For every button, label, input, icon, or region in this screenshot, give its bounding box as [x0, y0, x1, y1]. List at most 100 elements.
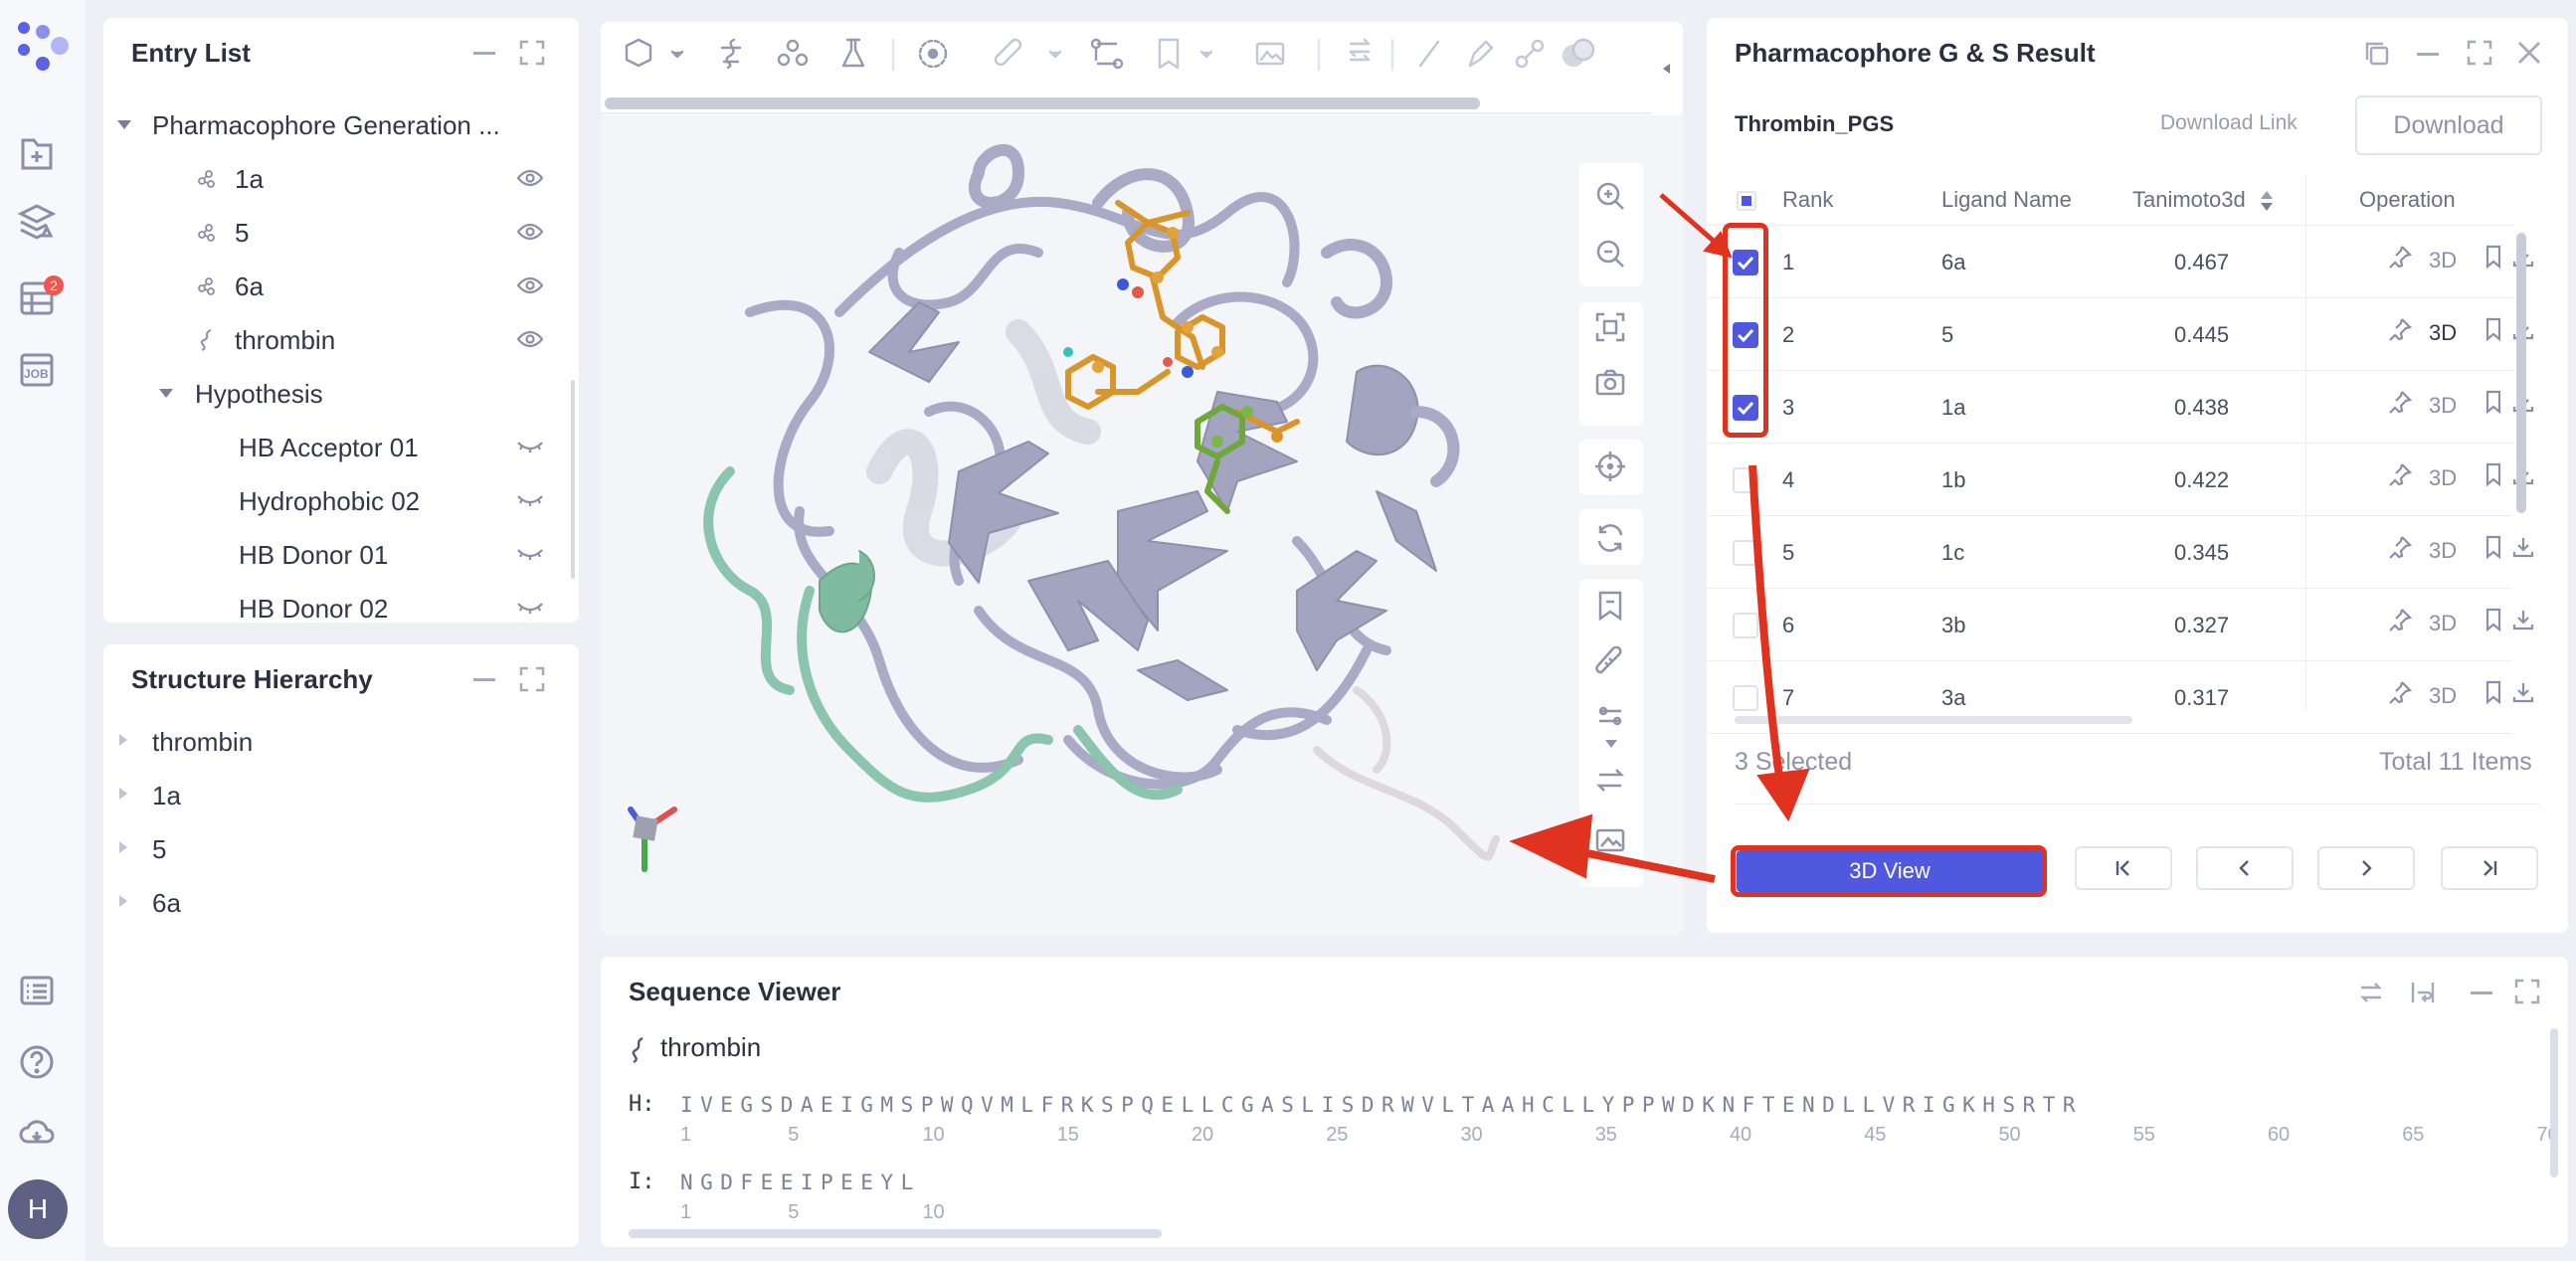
hierarchy-item-5[interactable]: 5: [103, 825, 579, 873]
tree-item-hb-donor-02[interactable]: HB Donor 02: [103, 585, 579, 623]
row-checkbox[interactable]: [1733, 467, 1758, 493]
tree-item-5[interactable]: 5: [103, 209, 579, 257]
tree-item-6a[interactable]: 6a: [103, 263, 579, 310]
pin-icon[interactable]: [2387, 389, 2417, 419]
3d-view-row-button[interactable]: 3D: [2429, 248, 2457, 277]
bookmark-icon[interactable]: [2481, 607, 2510, 636]
pin-icon[interactable]: [2387, 461, 2417, 491]
tree-item-hb-acceptor-01[interactable]: HB Acceptor 01: [103, 424, 579, 471]
minimize-icon[interactable]: [473, 52, 495, 55]
maximize-icon[interactable]: [519, 40, 545, 66]
3d-view-row-button[interactable]: 3D: [2429, 683, 2457, 713]
sequence-hscrollbar[interactable]: [629, 1229, 1162, 1238]
download-link[interactable]: Download Link: [2160, 111, 2298, 135]
download-button[interactable]: Download: [2355, 95, 2542, 155]
select-all-checkbox[interactable]: [1737, 191, 1756, 211]
tree-item-1a[interactable]: 1a: [103, 155, 579, 203]
fit-view-icon[interactable]: [1593, 310, 1627, 344]
camera-icon[interactable]: [1593, 366, 1627, 400]
bookmark-icon[interactable]: [2481, 316, 2510, 346]
image-icon[interactable]: [1593, 823, 1627, 857]
new-file-icon[interactable]: [17, 134, 57, 174]
zoom-out-icon[interactable]: [1593, 237, 1627, 270]
row-checkbox[interactable]: [1733, 540, 1758, 566]
filter-icon[interactable]: [1593, 702, 1627, 736]
col-tanimoto3d[interactable]: Tanimoto3d: [2132, 187, 2246, 213]
table-row[interactable]: 4 1b 0.422 3D: [1707, 444, 2534, 516]
help-icon[interactable]: [17, 1042, 57, 1082]
eye-icon[interactable]: [517, 169, 543, 187]
prev-page-button[interactable]: [2196, 846, 2294, 890]
caret-right-icon[interactable]: [119, 734, 127, 746]
eye-closed-icon[interactable]: [517, 547, 543, 561]
measure-icon[interactable]: [1593, 646, 1627, 680]
table-hscrollbar[interactable]: [1735, 716, 2132, 724]
hierarchy-item-6a[interactable]: 6a: [103, 879, 579, 927]
zoom-in-icon[interactable]: [1593, 179, 1627, 213]
user-avatar[interactable]: H: [8, 1179, 68, 1239]
layers-icon[interactable]: [17, 202, 57, 242]
chain-h-residues[interactable]: IVEGSDAEIGMSPWQVMLFRKSPQELLCGASLISDRWVLT…: [680, 1093, 2083, 1117]
download-icon[interactable]: [2510, 607, 2540, 636]
caret-right-icon[interactable]: [119, 841, 127, 853]
maximize-icon[interactable]: [2467, 40, 2492, 66]
bookmark-icon[interactable]: [2481, 244, 2510, 273]
table-row[interactable]: 3 1a 0.438 3D: [1707, 371, 2534, 444]
scrollbar[interactable]: [571, 380, 575, 579]
table-row[interactable]: 6 3b 0.327 3D: [1707, 589, 2534, 661]
swap-icon[interactable]: [2357, 979, 2385, 1006]
popout-icon[interactable]: [2363, 40, 2391, 68]
rotate-icon[interactable]: [1593, 521, 1627, 555]
pin-icon[interactable]: [2387, 679, 2417, 709]
tree-item-hypothesis[interactable]: Hypothesis: [103, 370, 579, 418]
eye-closed-icon[interactable]: [517, 601, 543, 615]
3d-view-row-button[interactable]: 3D: [2429, 320, 2457, 350]
caret-down-icon[interactable]: [159, 389, 173, 398]
caret-right-icon[interactable]: [119, 788, 127, 800]
eye-icon[interactable]: [517, 223, 543, 241]
list-icon[interactable]: [17, 971, 57, 1010]
table-row[interactable]: 5 1c 0.345 3D: [1707, 516, 2534, 589]
row-checkbox[interactable]: [1733, 613, 1758, 638]
tree-item-thrombin[interactable]: thrombin: [103, 316, 579, 364]
protein-3d-render[interactable]: [601, 113, 1595, 935]
minimize-icon[interactable]: [473, 678, 495, 681]
download-icon[interactable]: [2510, 534, 2540, 564]
maximize-icon[interactable]: [2514, 979, 2540, 1004]
chevron-down-icon[interactable]: [1605, 740, 1617, 748]
eye-icon[interactable]: [517, 276, 543, 294]
next-page-button[interactable]: [2317, 846, 2415, 890]
caret-right-icon[interactable]: [119, 895, 127, 907]
table-row[interactable]: 2 5 0.445 3D: [1707, 298, 2534, 371]
caret-down-icon[interactable]: [117, 120, 131, 129]
close-icon[interactable]: [2516, 40, 2542, 66]
table-row[interactable]: 1 6a 0.467 3D: [1707, 226, 2534, 298]
wrap-icon[interactable]: [2409, 979, 2437, 1006]
3d-view-row-button[interactable]: 3D: [2429, 465, 2457, 495]
tree-item-hb-donor-01[interactable]: HB Donor 01: [103, 531, 579, 579]
hierarchy-item-thrombin[interactable]: thrombin: [103, 718, 579, 766]
3d-view-row-button[interactable]: 3D: [2429, 611, 2457, 640]
bookmark-icon[interactable]: [2481, 679, 2510, 709]
pin-icon[interactable]: [2387, 534, 2417, 564]
job-icon[interactable]: JOB: [17, 350, 57, 390]
molecule-viewer[interactable]: [601, 22, 1683, 935]
3d-view-row-button[interactable]: 3D: [2429, 538, 2457, 568]
eye-closed-icon[interactable]: [517, 493, 543, 507]
minimize-icon[interactable]: [2417, 53, 2439, 56]
tree-item-hydrophobic-02[interactable]: Hydrophobic 02: [103, 477, 579, 525]
logo-icon[interactable]: [10, 18, 70, 78]
pin-icon[interactable]: [2387, 607, 2417, 636]
table-scrollbar[interactable]: [2516, 233, 2526, 513]
download-icon[interactable]: [2510, 679, 2540, 709]
last-page-button[interactable]: [2441, 846, 2538, 890]
hierarchy-item-1a[interactable]: 1a: [103, 772, 579, 819]
bookmark-add-icon[interactable]: [1593, 589, 1627, 623]
collapse-toolbar-button[interactable]: [1651, 22, 1683, 115]
tree-item-pharmacophore-generation[interactable]: Pharmacophore Generation ...: [103, 101, 579, 149]
center-icon[interactable]: [1593, 450, 1627, 483]
sort-icon[interactable]: [2260, 189, 2274, 213]
bookmark-icon[interactable]: [2481, 461, 2510, 491]
bookmark-icon[interactable]: [2481, 389, 2510, 419]
eye-icon[interactable]: [517, 330, 543, 348]
